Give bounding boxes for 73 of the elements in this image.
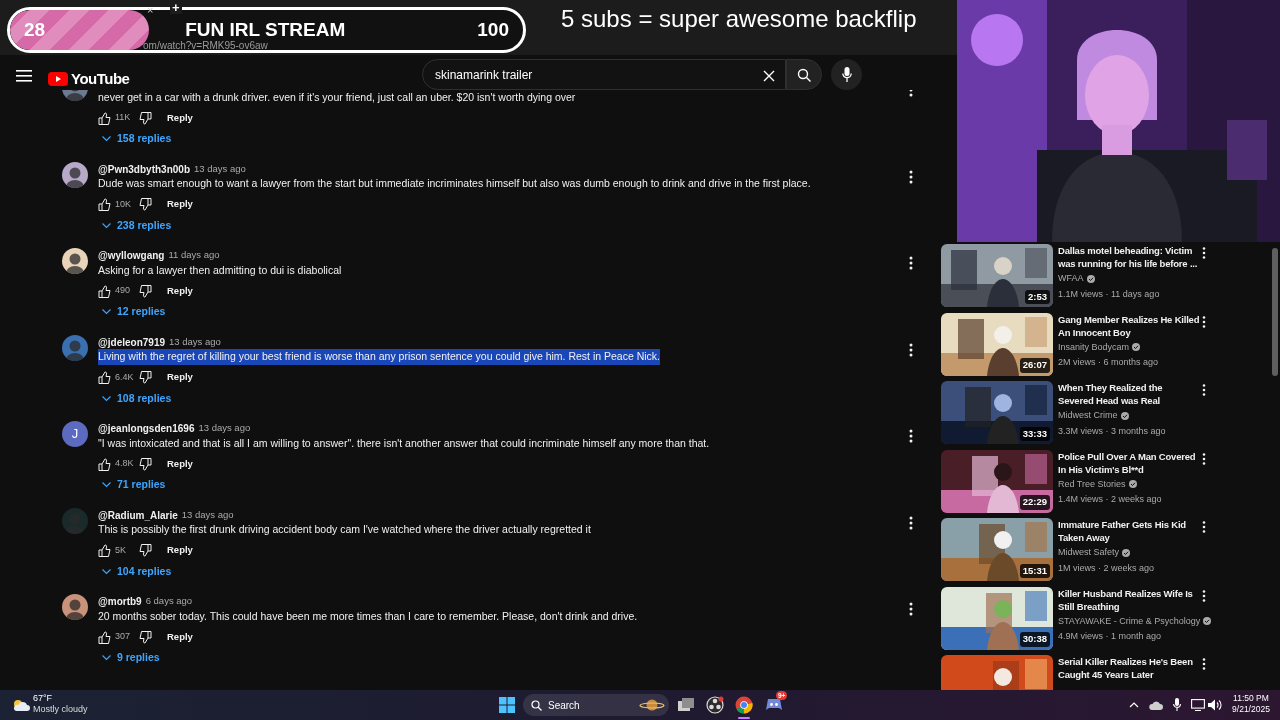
channel-name[interactable]: STAYAWAKE - Crime & Psychology (1058, 614, 1201, 628)
like-count: 4.8K (115, 457, 135, 471)
comment-time: 13 days ago (181, 507, 234, 522)
reply-button[interactable]: Reply (167, 456, 193, 472)
replies-toggle[interactable]: 238 replies (102, 217, 811, 234)
comment-author[interactable]: @Radium_Alarie (98, 507, 178, 523)
replies-toggle[interactable]: 9 replies (102, 650, 638, 666)
video-duration: 26:07 (1019, 358, 1050, 373)
url-text: om/watch?v=RMK95-ov6aw (143, 39, 268, 50)
channel-name[interactable]: Insanity Bodycam (1058, 340, 1130, 354)
like-count: 6.4K (115, 370, 135, 384)
comment-text: never get in a car with a drunk driver. even if it's your friend, just call an uber. $20 isn't worth dying over (98, 90, 576, 105)
video-title[interactable]: Dallas motel beheading: Victim was running for his life before ... (1058, 244, 1200, 270)
like-count: 5K (115, 543, 127, 557)
reply-button[interactable]: Reply (167, 197, 193, 212)
like-count: 307 (115, 630, 132, 644)
weather-widget[interactable]: 67°F Mostly cloudy (33, 693, 88, 715)
reply-button[interactable]: Reply (167, 283, 193, 299)
video-title[interactable]: Killer Husband Realizes Wife Is Still Breathing (1058, 586, 1200, 613)
comment-author[interactable]: @wyllowgang (98, 248, 165, 263)
video-meta: 3.3M views · 3 months ago (1058, 424, 1167, 438)
comment-time: 13 days ago (198, 421, 251, 436)
comment-text: Living with the regret of killing your best friend is worse than any prison sentence you could give him. Rest in Peace Nick. (98, 349, 661, 365)
comment-time: 13 days ago (169, 334, 221, 349)
like-count: 490 (115, 284, 132, 298)
video-meta: 4.9M views · 1 month ago (1058, 630, 1163, 643)
goal-target: 100 (477, 17, 509, 42)
video-title[interactable]: Immature Father Gets His Kid Taken Away (1058, 518, 1200, 544)
video-title[interactable]: Serial Killer Realizes He's Been Caught 45 Years Later (1058, 655, 1200, 681)
comment-author[interactable]: @Pwn3dbyth3n00b (98, 161, 190, 177)
like-count: 11K (115, 111, 132, 125)
video-meta: 1.4M views · 2 weeks ago (1058, 493, 1163, 506)
user-avatar: J (62, 421, 88, 447)
channel-name[interactable]: Midwest Safety (1058, 546, 1120, 560)
reply-button[interactable]: Reply (167, 110, 193, 126)
video-meta: 1.1M views · 11 days ago (1058, 287, 1161, 301)
channel-name[interactable]: Red Tree Stories (1058, 477, 1126, 491)
taskbar-search-field[interactable]: Search (523, 694, 669, 716)
goal-current: 28 (24, 17, 46, 42)
video-title[interactable]: Gang Member Realizes He Killed An Innocent Boy (1058, 312, 1200, 339)
video-meta: 1M views · 2 weeks ago (1058, 561, 1156, 575)
replies-toggle[interactable]: 71 replies (102, 477, 710, 493)
youtube-logo[interactable]: YouTube (48, 68, 130, 91)
comment-text: 20 months sober today. This could have been me more times than I care to remember. Please, don't drink and drive. (98, 608, 638, 624)
comment-text: "I was intoxicated and that is all I am willing to answer". there isn't another answer that could incriminate himself any more than that. (98, 435, 710, 451)
comment-author[interactable]: @jdeleon7919 (98, 334, 165, 350)
comment-text: Asking for a lawyer then admitting to dui is diabolical (98, 262, 342, 278)
channel-name[interactable]: WFAA (1058, 272, 1084, 286)
comment-author[interactable]: @mortb9 (98, 594, 142, 609)
search-query-field[interactable]: skinamarink trailer (422, 59, 786, 90)
comment-time: 11 days ago (168, 248, 220, 263)
reply-button[interactable]: Reply (167, 543, 193, 558)
video-title[interactable]: Police Pull Over A Man Covered In His Victim's Bl**d (1058, 449, 1200, 476)
reply-button[interactable]: Reply (167, 629, 193, 645)
comment-time: 13 days ago (194, 161, 246, 176)
replies-toggle[interactable]: 108 replies (102, 390, 661, 407)
like-count: 10K (115, 197, 132, 211)
video-title[interactable]: When They Realized the Severed Head was Real (1058, 381, 1200, 407)
comment-time: 6 days ago (145, 594, 193, 609)
comment-author[interactable]: @jeanlongsden1696 (98, 421, 195, 436)
reply-button[interactable]: Reply (167, 370, 193, 385)
video-duration: 22:29 (1019, 495, 1050, 510)
comment-text: Dude was smart enough to want a lawyer from the start but immediate incriminates himself but also was dumb enough to drink and drive in the first place. (98, 176, 811, 192)
clock[interactable]: 11:50 PM 9/21/2025 (1228, 693, 1274, 715)
video-duration: 30:38 (1019, 632, 1050, 647)
replies-toggle[interactable]: 104 replies (102, 563, 591, 580)
video-meta: 2M views · 6 months ago (1058, 356, 1160, 369)
new-tab-button[interactable]: + (170, 1, 182, 14)
replies-toggle[interactable]: 12 replies (102, 304, 342, 320)
banner-text: 5 subs = super awesome backflip (561, 4, 917, 34)
replies-toggle[interactable]: 158 replies (102, 131, 576, 147)
comment-text: This is possibly the first drunk driving accident body cam I've watched where the driver actually regretted it (98, 522, 591, 538)
channel-name[interactable]: Midwest Crime (1058, 409, 1118, 423)
